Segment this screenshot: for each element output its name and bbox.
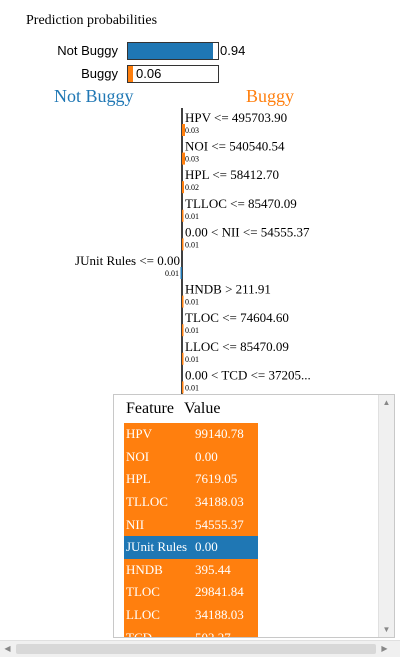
table-body: HPV 99140.78 NOI 0.00 HPL 7619.05 TLLOC 34188.0…	[124, 423, 258, 638]
table-cell-feature: HPV	[126, 426, 153, 442]
table-cell-feature: NOI	[126, 448, 150, 464]
explanation-feature-label: TLOC <= 74604.60	[185, 310, 289, 325]
table-cell-value: 7619.05	[195, 471, 238, 487]
explanation-bar	[182, 209, 184, 222]
explanation-feature-label: 0.00 < TCD <= 37205...	[185, 367, 311, 382]
table-row: TLLOC 34188.03	[124, 490, 258, 514]
prob-value-buggy: 0.06	[136, 66, 162, 81]
table-cell-value: 34188.03	[195, 607, 244, 623]
table-header: Feature Value	[126, 400, 220, 418]
prob-label-buggy: Buggy	[81, 66, 118, 81]
table-cell-feature: NII	[126, 516, 145, 532]
table-cell-value: 502.27	[195, 629, 231, 638]
horizontal-scroll-thumb[interactable]	[16, 644, 376, 654]
explanation-bar	[182, 181, 184, 194]
explanation-bar	[182, 352, 184, 365]
explanation-weight-label: 0.01	[185, 240, 199, 249]
explanation-feature-label: 0.00 < NII <= 54555.37	[185, 224, 310, 239]
explanation-bar	[182, 324, 184, 337]
table-cell-value: 29841.84	[195, 584, 244, 600]
table-row: HPV 99140.78	[124, 423, 258, 446]
explanation-weight-label: 0.03	[185, 126, 199, 135]
explanation-feature-label: JUnit Rules <= 0.00	[75, 253, 180, 268]
prediction-probabilities-title: Prediction probabilities	[26, 13, 158, 28]
prob-value-not-buggy: 0.94	[220, 43, 246, 58]
table-cell-value: 99140.78	[195, 426, 244, 442]
explanation-feature-label: TLLOC <= 85470.09	[185, 196, 297, 211]
vertical-scrollbar[interactable]: ▲ ▼	[378, 395, 394, 637]
table-cell-feature: TLOC	[126, 584, 160, 600]
explanation-feature-label: NOI <= 540540.54	[185, 139, 285, 154]
scroll-up-icon[interactable]: ▲	[379, 395, 394, 410]
explanation-bar	[182, 295, 184, 308]
explanation-feature-label: LLOC <= 85470.09	[185, 339, 289, 354]
prob-bar-buggy: 0.06	[127, 65, 219, 83]
explanation-weight-label: 0.01	[185, 212, 199, 221]
explanation-weight-label: 0.01	[165, 269, 179, 278]
table-row: HPL 7619.05	[124, 468, 258, 491]
table-row: JUnit Rules 0.00	[124, 535, 258, 559]
explanation-feature-label: HPV <= 495703.90	[185, 110, 287, 125]
table-row: TLOC 29841.84	[124, 581, 258, 604]
table-row: TCD 502.27	[124, 626, 258, 638]
table-cell-value: 395.44	[195, 561, 231, 577]
explanation-weight-label: 0.01	[185, 298, 199, 307]
prob-bar-fill-buggy	[128, 66, 134, 82]
explanation-weight-label: 0.01	[185, 355, 199, 364]
table-cell-value: 0.00	[195, 539, 218, 555]
horizontal-scrollbar[interactable]: ◀ ▶	[0, 640, 400, 657]
explanation-weight-label: 0.01	[185, 383, 199, 392]
explanation-bar	[182, 238, 184, 251]
explanation-feature-label: HPL <= 58412.70	[185, 167, 279, 182]
table-cell-value: 54555.37	[195, 516, 244, 532]
class-header-buggy: Buggy	[246, 86, 295, 106]
table-row: LLOC 34188.03	[124, 603, 258, 627]
explanation-chart: HPV <= 495703.900.03NOI <= 540540.540.03…	[75, 108, 311, 398]
table-header-feature: Feature	[126, 400, 174, 417]
explanation-weight-label: 0.01	[185, 326, 199, 335]
table-cell-feature: JUnit Rules	[126, 539, 188, 555]
table-cell-value: 0.00	[195, 448, 218, 464]
explanation-bar	[182, 381, 184, 394]
scroll-right-icon[interactable]: ▶	[377, 641, 392, 657]
scroll-down-icon[interactable]: ▼	[379, 622, 394, 637]
table-cell-feature: TCD	[126, 629, 152, 638]
table-row: NII 54555.37	[124, 513, 258, 536]
explanation-bar	[180, 267, 182, 279]
table-cell-feature: LLOC	[126, 607, 160, 623]
explanation-weight-label: 0.03	[185, 155, 199, 164]
table-header-value: Value	[183, 400, 221, 417]
table-cell-feature: HPL	[126, 471, 151, 487]
table-row: NOI 0.00	[124, 445, 258, 469]
table-row: HNDB 395.44	[124, 558, 258, 582]
feature-value-table-panel[interactable]: Feature Value HPV 99140.78 NOI 0.00 HPL 7619.…	[113, 394, 395, 638]
prob-bar-fill-not-buggy	[128, 43, 213, 59]
table-cell-feature: HNDB	[126, 561, 163, 577]
prob-label-not-buggy: Not Buggy	[57, 43, 118, 58]
class-header-not-buggy: Not Buggy	[54, 86, 134, 106]
explanation-weight-label: 0.02	[185, 183, 199, 192]
table-cell-value: 34188.03	[195, 494, 244, 510]
table-cell-feature: TLLOC	[126, 494, 168, 510]
explanation-feature-label: HNDB > 211.91	[185, 282, 271, 297]
prob-bar-not-buggy	[127, 42, 219, 60]
scroll-left-icon[interactable]: ◀	[0, 641, 15, 657]
